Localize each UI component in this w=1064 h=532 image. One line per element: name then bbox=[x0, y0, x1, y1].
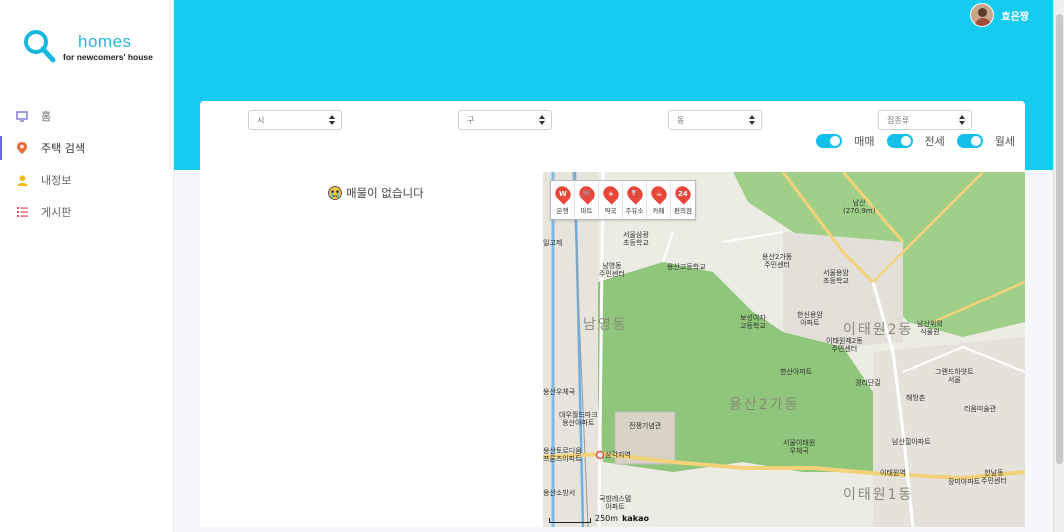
kakao-map[interactable]: W 은행 🛒 마트 + 약국 ⛽ 주유소 ☕ 카페 24 편의점 서울삼광 초등학… bbox=[543, 172, 1025, 527]
scrollbar-thumb[interactable] bbox=[1056, 14, 1063, 464]
page-scrollbar[interactable] bbox=[1053, 0, 1064, 532]
house-type-select[interactable]: 집종류 bbox=[878, 110, 972, 130]
scale-bar bbox=[549, 518, 591, 523]
user-name: 효은짱 bbox=[1001, 11, 1029, 23]
avatar bbox=[970, 3, 995, 27]
map-label: 용산2가동 주민센터 bbox=[762, 253, 793, 270]
cafe-icon: ☕ bbox=[647, 182, 670, 205]
sidebar-item-my-info[interactable]: 내정보 bbox=[0, 164, 174, 196]
map-label: 그랜드하얏트 서울 bbox=[935, 368, 974, 385]
map-label: 리움미술관 bbox=[964, 405, 997, 413]
house-type-select-value: 집종류 bbox=[887, 115, 910, 125]
map-district-label: 남영동 bbox=[583, 317, 628, 333]
sidebar-item-board[interactable]: 게시판 bbox=[0, 196, 174, 228]
map-label: 한신용암 아파트 bbox=[797, 311, 823, 328]
select-caret-icon bbox=[749, 115, 755, 126]
monthly-label: 월세 bbox=[994, 135, 1015, 148]
sale-toggle[interactable] bbox=[816, 134, 843, 148]
select-caret-icon bbox=[539, 115, 545, 126]
sidebar-item-label: 게시판 bbox=[41, 206, 72, 219]
pharmacy-icon: + bbox=[599, 182, 622, 205]
map-district-label: 이태원2동 bbox=[843, 322, 914, 338]
trade-type-toggles: 매매 전세 월세 bbox=[804, 133, 1015, 149]
gas-station-icon: ⛽ bbox=[623, 182, 646, 205]
sidebar-item-house-search[interactable]: 주택 검색 bbox=[0, 132, 174, 164]
category-pharmacy-button[interactable]: + 약국 bbox=[599, 181, 623, 219]
list-icon bbox=[16, 206, 28, 218]
category-convenience-store-button[interactable]: 24 편의점 bbox=[671, 181, 695, 219]
jeonse-toggle[interactable] bbox=[886, 134, 913, 148]
map-label: 보성여자 고등학교 bbox=[740, 314, 766, 331]
map-label: 용산우체국 bbox=[543, 388, 576, 396]
map-label: 남산위외 식물원 bbox=[917, 320, 943, 337]
district-select-value: 구 bbox=[467, 115, 475, 125]
map-label: 용산소방서 bbox=[543, 489, 576, 497]
map-label: 서울삼광 초등학교 bbox=[623, 231, 649, 248]
magnifier-logo-icon bbox=[24, 30, 56, 63]
select-caret-icon bbox=[959, 115, 965, 126]
location-pin-icon bbox=[16, 142, 28, 154]
sidebar-item-label: 내정보 bbox=[41, 174, 72, 187]
map-label: 국방레스텔 아파트 bbox=[599, 495, 632, 512]
category-bank-button[interactable]: W 은행 bbox=[551, 181, 575, 219]
sale-label: 매매 bbox=[854, 135, 875, 148]
monthly-toggle[interactable] bbox=[956, 134, 983, 148]
map-category-bar: W 은행 🛒 마트 + 약국 ⛽ 주유소 ☕ 카페 24 편의점 bbox=[550, 180, 696, 220]
monitor-icon bbox=[16, 110, 28, 122]
category-gas-station-button[interactable]: ⛽ 주유소 bbox=[623, 181, 647, 219]
user-icon bbox=[16, 174, 28, 186]
map-label: 경리단길 bbox=[855, 379, 881, 387]
cart-icon: 🛒 bbox=[575, 182, 598, 205]
map-label: 남산힐아파트 bbox=[892, 438, 931, 446]
map-label: 대우월드마크 용산아파트 bbox=[559, 411, 598, 428]
district-select[interactable]: 구 bbox=[458, 110, 552, 130]
empty-listing-message: 매물이 없습니다 bbox=[328, 185, 424, 201]
kakao-logo: kakao bbox=[622, 514, 649, 523]
map-label: 서울용암 초등학교 bbox=[823, 269, 849, 286]
user-menu[interactable]: 효은짱 bbox=[970, 3, 1029, 27]
empty-message-text: 매물이 없습니다 bbox=[346, 186, 424, 200]
city-select-value: 시 bbox=[257, 115, 265, 125]
crying-face-icon bbox=[328, 186, 342, 200]
map-label: 용산고등학교 bbox=[667, 263, 706, 271]
sidebar-nav: 홈 주택 검색 내정보 게시판 bbox=[0, 100, 174, 228]
map-district-label: 용산2가동 bbox=[729, 397, 800, 413]
scale-label: 250m bbox=[595, 514, 619, 523]
map-label: 남산 (270.9m) bbox=[843, 199, 876, 216]
bank-icon: W bbox=[551, 182, 574, 205]
category-cafe-button[interactable]: ☕ 카페 bbox=[647, 181, 671, 219]
sidebar-item-label: 홈 bbox=[41, 110, 52, 123]
convenience-store-icon: 24 bbox=[672, 182, 694, 205]
map-label: 남영동 주민센터 bbox=[599, 262, 625, 279]
jeonse-label: 전세 bbox=[924, 135, 945, 148]
map-label: 한산아파트 bbox=[780, 368, 813, 376]
city-select[interactable]: 시 bbox=[248, 110, 342, 130]
map-scale: 250m kakao bbox=[549, 514, 649, 523]
neighborhood-select[interactable]: 동 bbox=[668, 110, 762, 130]
category-mart-button[interactable]: 🛒 마트 bbox=[575, 181, 599, 219]
map-label: 삼각지역 bbox=[605, 451, 631, 459]
map-label: 이태원역 bbox=[880, 469, 906, 477]
neighborhood-select-value: 동 bbox=[677, 115, 685, 125]
map-base bbox=[543, 172, 1025, 527]
sidebar: homes for newcomers' house 홈 주택 검색 내정보 게… bbox=[0, 0, 174, 532]
map-label: 서울이태원 우체국 bbox=[783, 439, 816, 456]
map-label: 장미아파트 bbox=[948, 478, 981, 486]
map-district-label: 이태원1동 bbox=[843, 487, 914, 503]
sidebar-item-home[interactable]: 홈 bbox=[0, 100, 174, 132]
map-label: 이태원제2동 주민센터 bbox=[826, 337, 863, 354]
map-label: 용산토르디움 프론즈아파트 bbox=[543, 447, 582, 464]
map-label: 일고제 bbox=[543, 239, 563, 247]
map-label: 전쟁기념관 bbox=[629, 422, 662, 430]
logo[interactable]: homes for newcomers' house bbox=[22, 28, 162, 68]
map-label: 해방촌 bbox=[906, 394, 926, 402]
map-label: 한남동 주민센터 bbox=[981, 469, 1007, 486]
sidebar-item-label: 주택 검색 bbox=[41, 142, 85, 155]
select-caret-icon bbox=[329, 115, 335, 126]
brand-tagline: for newcomers' house bbox=[63, 52, 153, 62]
brand-name: homes bbox=[78, 32, 132, 51]
